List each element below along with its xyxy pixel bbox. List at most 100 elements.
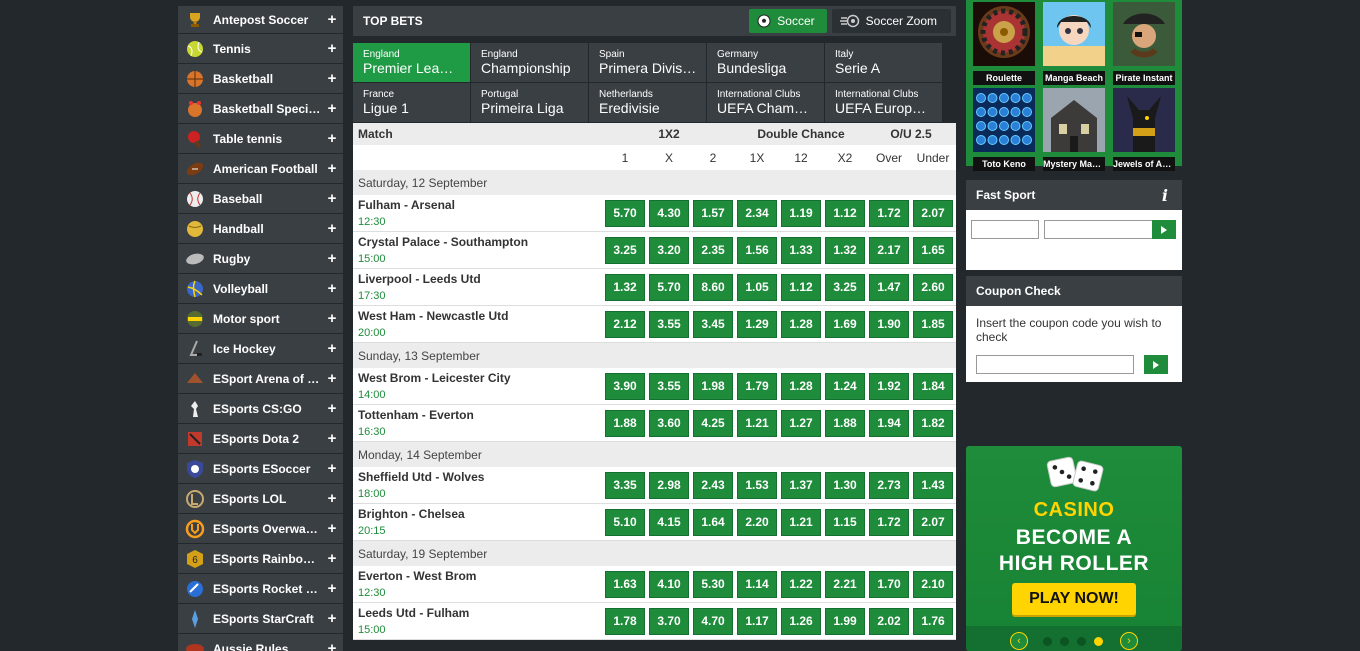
sidebar-item[interactable]: ESports CS:GO + (178, 394, 343, 424)
odds-button[interactable]: 1.88 (825, 409, 865, 437)
odds-button[interactable]: 3.25 (605, 236, 645, 264)
odds-button[interactable]: 3.25 (825, 273, 865, 301)
odds-button[interactable]: 3.60 (649, 409, 689, 437)
odds-button[interactable]: 5.30 (693, 570, 733, 598)
odds-button[interactable]: 3.35 (605, 471, 645, 499)
odds-button[interactable]: 1.84 (913, 372, 953, 400)
expand-plus-icon[interactable]: + (321, 460, 343, 477)
sidebar-item[interactable]: Table tennis + (178, 124, 343, 154)
sidebar-item[interactable]: Basketball Specials + (178, 94, 343, 124)
sidebar-item[interactable]: Antepost Soccer + (178, 6, 343, 34)
sidebar-item[interactable]: ESports Overwatch + (178, 514, 343, 544)
odds-button[interactable]: 2.43 (693, 471, 733, 499)
odds-button[interactable]: 2.17 (869, 236, 909, 264)
sidebar-item[interactable]: Tennis + (178, 34, 343, 64)
expand-plus-icon[interactable]: + (321, 130, 343, 147)
sidebar-item[interactable]: ESports ESoccer + (178, 454, 343, 484)
sidebar-item[interactable]: Aussie Rules + (178, 634, 343, 651)
odds-button[interactable]: 5.10 (605, 508, 645, 536)
odds-button[interactable]: 1.85 (913, 310, 953, 338)
odds-button[interactable]: 1.56 (737, 236, 777, 264)
odds-button[interactable]: 1.19 (781, 199, 821, 227)
coupon-check-submit-button[interactable] (1144, 355, 1168, 374)
carousel-dot[interactable] (1060, 637, 1069, 646)
expand-plus-icon[interactable]: + (321, 70, 343, 87)
sidebar-item[interactable]: Motor sport + (178, 304, 343, 334)
odds-button[interactable]: 2.10 (913, 570, 953, 598)
match-info[interactable]: West Brom - Leicester City 14:00 (353, 371, 603, 402)
match-info[interactable]: Liverpool - Leeds Utd 17:30 (353, 272, 603, 303)
odds-button[interactable]: 1.30 (825, 471, 865, 499)
odds-button[interactable]: 1.98 (693, 372, 733, 400)
sidebar-item[interactable]: Baseball + (178, 184, 343, 214)
odds-button[interactable]: 4.10 (649, 570, 689, 598)
expand-plus-icon[interactable]: + (321, 520, 343, 537)
odds-button[interactable]: 2.02 (869, 607, 909, 635)
sidebar-item[interactable]: ESports Dota 2 + (178, 424, 343, 454)
odds-button[interactable]: 2.98 (649, 471, 689, 499)
league-tab[interactable]: Portugal Primeira Liga (471, 83, 589, 123)
odds-button[interactable]: 1.69 (825, 310, 865, 338)
expand-plus-icon[interactable]: + (321, 490, 343, 507)
info-icon[interactable]: i (1162, 186, 1168, 205)
odds-button[interactable]: 1.28 (781, 310, 821, 338)
odds-button[interactable]: 1.57 (693, 199, 733, 227)
soccer-button[interactable]: Soccer (749, 9, 827, 33)
expand-plus-icon[interactable]: + (321, 280, 343, 297)
league-tab[interactable]: England Championship (471, 43, 589, 83)
odds-button[interactable]: 1.22 (781, 570, 821, 598)
odds-button[interactable]: 1.99 (825, 607, 865, 635)
league-tab[interactable]: Spain Primera Division (589, 43, 707, 83)
soccer-zoom-button[interactable]: Soccer Zoom (831, 9, 951, 33)
expand-plus-icon[interactable]: + (321, 580, 343, 597)
odds-button[interactable]: 2.60 (913, 273, 953, 301)
league-tab[interactable]: France Ligue 1 (353, 83, 471, 123)
play-now-button[interactable]: PLAY NOW! (1012, 583, 1136, 615)
casino-game-tile[interactable]: Toto Keno (973, 88, 1035, 171)
odds-button[interactable]: 2.35 (693, 236, 733, 264)
league-tab[interactable]: Germany Bundesliga (707, 43, 825, 83)
expand-plus-icon[interactable]: + (321, 160, 343, 177)
casino-game-tile[interactable]: Pirate Instant (1113, 2, 1175, 85)
sidebar-item[interactable]: Basketball + (178, 64, 343, 94)
carousel-next-icon[interactable]: › (1120, 632, 1138, 650)
expand-plus-icon[interactable]: + (321, 40, 343, 57)
expand-plus-icon[interactable]: + (321, 340, 343, 357)
odds-button[interactable]: 1.37 (781, 471, 821, 499)
match-info[interactable]: Sheffield Utd - Wolves 18:00 (353, 470, 603, 501)
casino-game-tile[interactable]: Jewels of Anubis (1113, 88, 1175, 171)
coupon-code-input[interactable] (976, 355, 1134, 374)
expand-plus-icon[interactable]: + (321, 430, 343, 447)
match-info[interactable]: West Ham - Newcastle Utd 20:00 (353, 309, 603, 340)
odds-button[interactable]: 1.78 (605, 607, 645, 635)
expand-plus-icon[interactable]: + (321, 100, 343, 117)
odds-button[interactable]: 2.07 (913, 508, 953, 536)
odds-button[interactable]: 1.33 (781, 236, 821, 264)
sidebar-item[interactable]: ESports LOL + (178, 484, 343, 514)
odds-button[interactable]: 1.72 (869, 199, 909, 227)
carousel-prev-icon[interactable]: ‹ (1010, 632, 1028, 650)
odds-button[interactable]: 1.17 (737, 607, 777, 635)
sidebar-item[interactable]: Handball + (178, 214, 343, 244)
casino-game-tile[interactable]: Mystery Mansion (1043, 88, 1105, 171)
carousel-dot[interactable] (1077, 637, 1086, 646)
odds-button[interactable]: 1.90 (869, 310, 909, 338)
match-info[interactable]: Everton - West Brom 12:30 (353, 569, 603, 600)
sidebar-item[interactable]: ESports StarCraft + (178, 604, 343, 634)
sidebar-item[interactable]: American Football + (178, 154, 343, 184)
odds-button[interactable]: 1.21 (737, 409, 777, 437)
casino-game-tile[interactable]: Manga Beach (1043, 2, 1105, 85)
odds-button[interactable]: 1.92 (869, 372, 909, 400)
odds-button[interactable]: 1.32 (825, 236, 865, 264)
league-tab[interactable]: Netherlands Eredivisie (589, 83, 707, 123)
odds-button[interactable]: 5.70 (605, 199, 645, 227)
casino-game-tile[interactable]: Roulette (973, 2, 1035, 85)
odds-button[interactable]: 1.28 (781, 372, 821, 400)
sidebar-item[interactable]: 6 ESports Rainbow Six+ (178, 544, 343, 574)
odds-button[interactable]: 1.70 (869, 570, 909, 598)
odds-button[interactable]: 2.12 (605, 310, 645, 338)
expand-plus-icon[interactable]: + (321, 640, 343, 651)
expand-plus-icon[interactable]: + (321, 310, 343, 327)
casino-banner[interactable]: CASINO BECOME A HIGH ROLLER PLAY NOW! ‹ … (966, 446, 1182, 651)
odds-button[interactable]: 2.21 (825, 570, 865, 598)
